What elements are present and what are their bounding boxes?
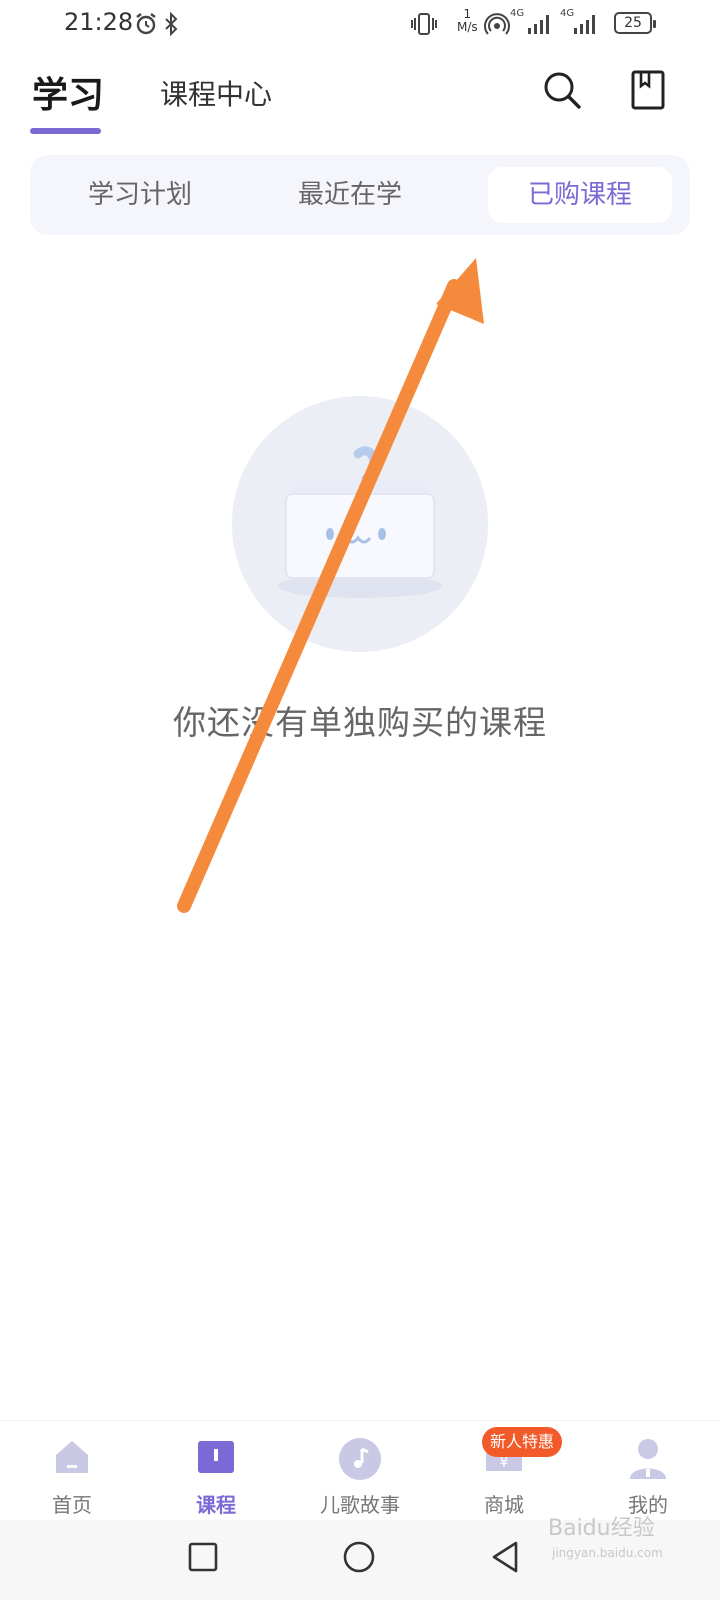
recents-button[interactable] — [188, 1542, 218, 1572]
watermark-sub: jingyan.baidu.com — [552, 1546, 663, 1560]
bottom-nav: 首页 课程 儿歌故事 ¥ 商城 我的 — [0, 1420, 720, 1521]
home-button[interactable] — [342, 1540, 376, 1574]
nav-course-label: 课程 — [196, 1493, 236, 1517]
nav-home-label: 首页 — [52, 1493, 92, 1517]
promo-badge: 新人特惠 — [482, 1427, 563, 1457]
back-button[interactable] — [490, 1540, 520, 1574]
nav-songs-stories[interactable]: 儿歌故事 — [288, 1421, 432, 1521]
nav-home[interactable]: 首页 — [0, 1421, 144, 1521]
nav-songs-stories-label: 儿歌故事 — [320, 1493, 400, 1517]
nav-profile[interactable]: 我的 — [576, 1421, 720, 1521]
nav-course[interactable]: 课程 — [144, 1421, 288, 1521]
watermark: Baidu经验 — [548, 1516, 655, 1541]
book-icon — [198, 1441, 234, 1473]
svg-text:¥: ¥ — [500, 1455, 509, 1471]
music-icon — [339, 1438, 381, 1480]
profile-icon — [630, 1439, 666, 1479]
home-icon — [56, 1441, 88, 1473]
annotation-arrow — [177, 258, 484, 913]
